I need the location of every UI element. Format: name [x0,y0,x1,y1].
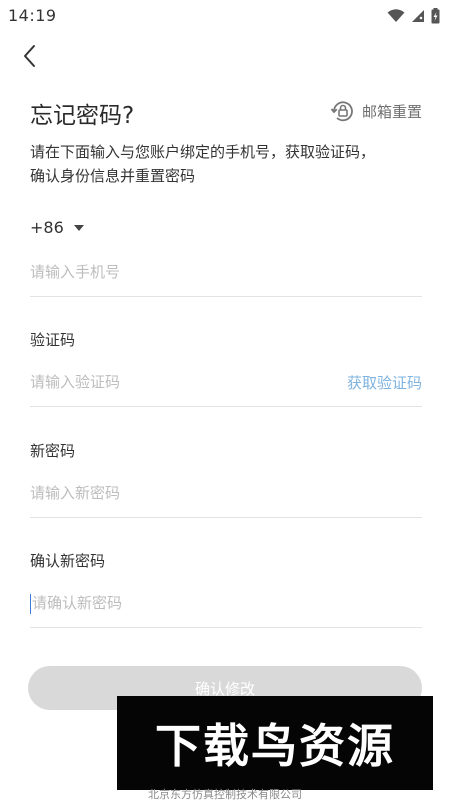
watermark-logo: 下载鸟资源 [117,696,433,790]
confirm-password-label: 确认新密码 [30,552,106,570]
watermark-text: 下载鸟资源 [155,719,395,773]
back-button[interactable] [14,40,46,72]
verify-code-input[interactable] [30,362,330,402]
country-code-value: +86 [30,218,64,237]
lock-reset-icon [330,101,353,122]
verify-code-label: 验证码 [30,331,76,349]
text-cursor [30,594,31,614]
new-password-label: 新密码 [30,442,76,460]
description-line-1: 请在下面输入与您账户绑定的手机号，获取验证码， [30,143,376,161]
caret-down-icon [73,224,84,231]
email-reset-button[interactable]: 邮箱重置 [330,98,422,124]
status-time: 14:19 [8,6,57,25]
phone-input[interactable] [30,252,422,292]
verify-code-field: 获取验证码 [30,362,422,407]
description-line-2: 确认身份信息并重置密码 [30,167,196,185]
battery-icon [431,8,440,24]
signal-icon [412,10,424,22]
get-code-button[interactable]: 获取验证码 [347,372,422,393]
country-code-selector[interactable]: +86 [30,218,84,237]
new-password-field [30,473,422,518]
status-bar: 14:19 [0,0,450,32]
email-reset-label: 邮箱重置 [361,102,422,121]
wifi-icon [387,9,405,22]
description: 请在下面输入与您账户绑定的手机号，获取验证码， 确认身份信息并重置密码 [30,140,430,188]
new-password-input[interactable] [30,473,422,513]
confirm-password-input[interactable] [30,583,424,623]
page-title: 忘记密码? [30,103,135,129]
phone-field [30,252,422,297]
confirm-password-field [30,583,424,628]
back-icon [24,45,35,67]
status-icons [387,6,440,26]
